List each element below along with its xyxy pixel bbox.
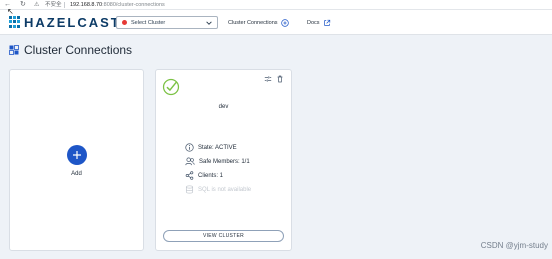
clients-row: Clients: 1 xyxy=(185,171,223,180)
sql-text: SQL is not available xyxy=(198,186,252,193)
nav-docs-label: Docs xyxy=(307,20,320,26)
logo-mark-icon xyxy=(9,16,21,28)
watermark: CSDN @yjm-study xyxy=(480,241,548,250)
cluster-grid-icon xyxy=(9,45,19,55)
reload-icon[interactable]: ↻ xyxy=(20,1,26,9)
external-link-icon xyxy=(323,19,330,26)
cluster-select-value: Select Cluster xyxy=(131,19,166,26)
mouse-cursor-icon: ↖ xyxy=(7,7,14,16)
cluster-status-dot xyxy=(122,20,127,25)
clients-text: Clients: 1 xyxy=(198,172,224,179)
state-row: State: ACTIVE xyxy=(185,143,237,152)
cluster-card: dev State: ACTIVE Safe Members: 1/1 Clie… xyxy=(155,69,292,251)
plus-circle-icon xyxy=(280,19,289,27)
state-text: State: ACTIVE xyxy=(198,144,237,151)
safe-members-row: Safe Members: 1/1 xyxy=(185,157,250,166)
add-cluster-card[interactable]: Add xyxy=(9,69,144,251)
nav-docs[interactable]: Docs xyxy=(307,19,331,27)
divider xyxy=(64,2,65,8)
nav-cluster-connections[interactable]: Cluster Connections xyxy=(228,19,289,27)
page-header: Cluster Connections xyxy=(9,43,132,57)
app-header: HAZELCAST Select Cluster Cluster Connect… xyxy=(0,10,552,35)
url-host: 192.168.8.70 xyxy=(70,2,103,8)
share-icon xyxy=(185,171,194,180)
browser-address-bar: ← ↻ ⚠ 不安全 192.168.8.70:8080/cluster-conn… xyxy=(0,0,552,10)
sql-row: SQL is not available xyxy=(185,185,251,194)
view-cluster-button[interactable]: VIEW CLUSTER xyxy=(163,230,284,242)
add-label: Add xyxy=(71,171,82,177)
chevron-down-icon xyxy=(206,21,212,25)
members-icon xyxy=(185,157,195,166)
add-button[interactable] xyxy=(67,145,87,165)
url-field[interactable]: 192.168.8.70:8080/cluster-connections xyxy=(70,2,165,8)
hazelcast-logo[interactable]: HAZELCAST xyxy=(9,14,121,30)
safe-members-text: Safe Members: 1/1 xyxy=(199,158,250,165)
info-icon xyxy=(185,143,194,152)
trash-icon[interactable] xyxy=(276,75,284,83)
plus-icon xyxy=(73,151,81,159)
warning-icon: ⚠ xyxy=(34,2,40,8)
url-path: :8080/cluster-connections xyxy=(102,2,165,8)
edit-config-icon[interactable] xyxy=(264,75,272,83)
security-label[interactable]: 不安全 xyxy=(45,2,62,8)
check-circle-icon xyxy=(162,78,180,96)
page-title: Cluster Connections xyxy=(24,43,133,57)
card-tools xyxy=(264,75,284,83)
database-icon xyxy=(185,185,194,194)
cluster-select[interactable]: Select Cluster xyxy=(116,16,218,29)
logo-text: HAZELCAST xyxy=(24,14,121,30)
cluster-name: dev xyxy=(218,104,229,110)
nav-cluster-connections-label: Cluster Connections xyxy=(228,20,278,26)
